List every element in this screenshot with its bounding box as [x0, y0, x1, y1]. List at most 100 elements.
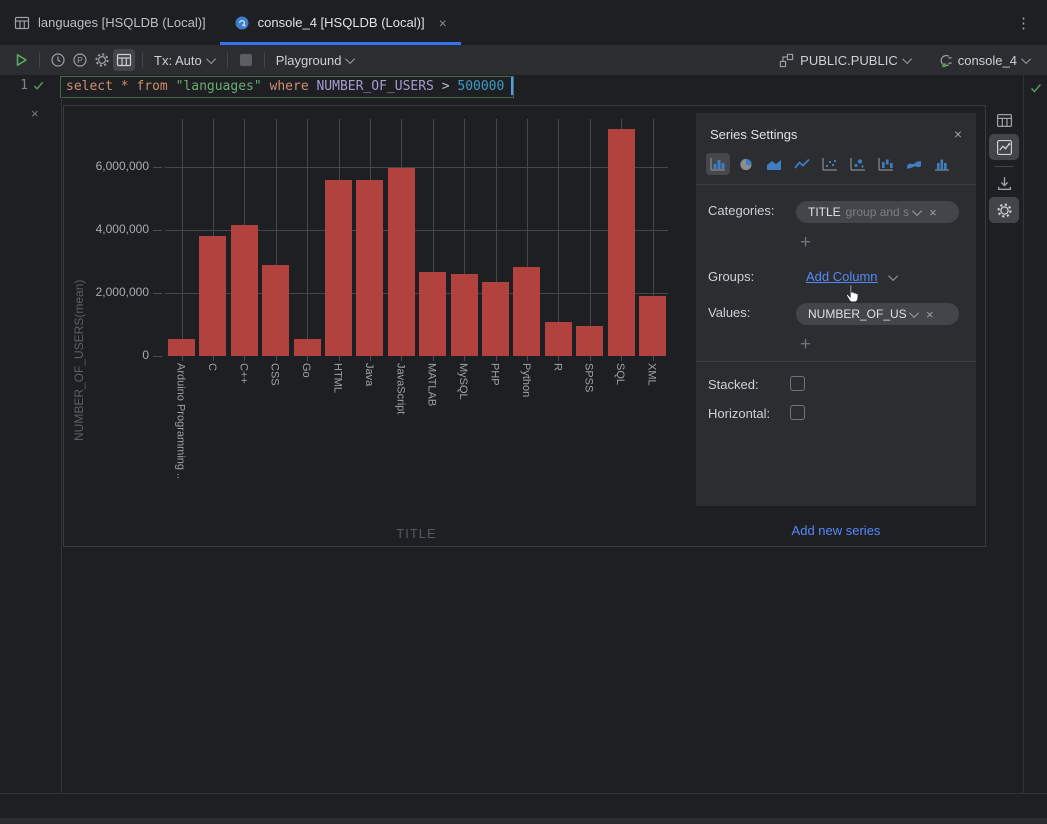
result-chart-view-icon[interactable]	[989, 134, 1019, 160]
bar-SQL	[608, 129, 635, 356]
chart-output-panel: NUMBER_OF_USERS(mean) TITLE Series Setti…	[63, 105, 986, 547]
chart-type-pie-icon[interactable]	[734, 153, 758, 175]
schema-icon	[779, 53, 794, 68]
stop-button[interactable]	[235, 49, 257, 71]
tx-mode-dropdown[interactable]: Tx: Auto	[150, 53, 220, 68]
x-tick-label: SQL	[614, 363, 626, 385]
panel-title: Series Settings	[710, 127, 797, 142]
add-new-series-link[interactable]: Add new series	[696, 523, 976, 538]
session-plug-icon	[938, 53, 953, 68]
remove-icon[interactable]: ×	[929, 205, 937, 220]
toolbar-separator	[142, 52, 143, 68]
stacked-label: Stacked:	[708, 377, 759, 392]
y-tick-mark	[153, 293, 162, 294]
settings-gear-icon[interactable]	[91, 49, 113, 71]
divider	[696, 361, 976, 362]
x-tick-mark	[621, 356, 622, 361]
chart-type-stream-icon[interactable]	[902, 153, 926, 175]
status-bar	[0, 818, 1047, 824]
toolbar-separator	[39, 52, 40, 68]
console-toolbar: P Tx: Auto Playground PUBLIC.PUBLIC cons…	[0, 45, 1047, 76]
chevron-down-icon	[1021, 54, 1031, 64]
bar-C++	[231, 225, 258, 356]
x-tick-mark	[558, 356, 559, 361]
bar-MySQL	[451, 274, 478, 356]
chevron-down-icon	[902, 54, 912, 64]
x-axis-title: TITLE	[165, 526, 668, 541]
x-tick-mark	[464, 356, 465, 361]
add-categories-column-button[interactable]: +	[800, 235, 811, 251]
export-download-icon[interactable]	[989, 170, 1019, 196]
schema-label: PUBLIC.PUBLIC	[800, 53, 898, 68]
chart-settings-gear-icon[interactable]	[989, 197, 1019, 223]
playground-dropdown[interactable]: Playground	[272, 53, 360, 68]
sql-statement[interactable]: select * from "languages" where NUMBER_O…	[66, 79, 504, 94]
chevron-down-icon[interactable]	[888, 271, 898, 281]
divider	[696, 184, 976, 185]
sql-keyword: where	[270, 79, 317, 94]
values-column-select[interactable]: NUMBER_OF_USE ×	[796, 303, 959, 325]
gridline-v	[590, 119, 591, 356]
x-tick-label: SPSS	[583, 363, 595, 392]
groups-add-column-link[interactable]: Add Column	[806, 269, 878, 284]
tab-console-4[interactable]: console_4 [HSQLDB (Local)] ×	[220, 0, 461, 45]
groups-label: Groups:	[708, 269, 754, 284]
table-icon	[14, 15, 30, 31]
text-caret	[511, 77, 513, 95]
x-tick-label: C++	[237, 363, 249, 384]
sql-table-name: "languages"	[176, 79, 270, 94]
categories-column-select[interactable]: TITLE group and s ×	[796, 201, 959, 223]
schema-selector[interactable]: PUBLIC.PUBLIC	[775, 53, 916, 68]
chart-type-area-icon[interactable]	[762, 153, 786, 175]
gridline-v	[307, 119, 308, 356]
session-selector[interactable]: console_4	[934, 53, 1035, 68]
close-icon[interactable]: ×	[954, 126, 962, 142]
close-icon[interactable]: ×	[439, 15, 447, 31]
x-tick-mark	[244, 356, 245, 361]
chart-type-line-icon[interactable]	[790, 153, 814, 175]
x-tick-mark	[527, 356, 528, 361]
chart-type-histogram-icon[interactable]	[930, 153, 954, 175]
parameters-icon[interactable]: P	[69, 49, 91, 71]
bar-Arduino Programming ..	[168, 339, 195, 356]
more-menu-icon[interactable]: ⋮	[1016, 14, 1047, 32]
bar-R	[545, 322, 572, 356]
tab-languages[interactable]: languages [HSQLDB (Local)]	[0, 0, 220, 45]
chart-type-bar-icon[interactable]	[706, 153, 730, 175]
horizontal-checkbox[interactable]	[790, 405, 805, 420]
values-value: NUMBER_OF_USE	[808, 307, 906, 321]
x-tick-mark	[653, 356, 654, 361]
sql-keyword: select	[66, 79, 121, 94]
bar-JavaScript	[388, 168, 415, 356]
remove-icon[interactable]: ×	[926, 307, 934, 322]
session-label: console_4	[958, 53, 1017, 68]
chevron-down-icon	[912, 206, 922, 216]
add-values-column-button[interactable]: +	[800, 337, 811, 353]
chart-type-range-bar-icon[interactable]	[874, 153, 898, 175]
chevron-down-icon	[346, 54, 356, 64]
history-icon[interactable]	[47, 49, 69, 71]
stacked-checkbox[interactable]	[790, 376, 805, 391]
x-tick-mark	[213, 356, 214, 361]
chart-type-bubble-icon[interactable]	[846, 153, 870, 175]
x-tick-label: Java	[363, 363, 375, 386]
x-tick-mark	[401, 356, 402, 361]
tx-mode-label: Tx: Auto	[154, 53, 202, 68]
y-tick-label: 2,000,000	[64, 285, 149, 299]
x-tick-label: PHP	[489, 363, 501, 386]
x-tick-mark	[590, 356, 591, 361]
inspections-ok-icon	[1029, 81, 1043, 95]
output-mode-table-button[interactable]	[113, 49, 135, 71]
chart-type-selector	[706, 153, 954, 175]
y-tick-mark	[153, 356, 162, 357]
bar-SPSS	[576, 326, 603, 356]
close-results-icon[interactable]: ×	[31, 107, 39, 120]
toolbar-separator	[264, 52, 265, 68]
bar-Java	[356, 180, 383, 356]
categories-label: Categories:	[708, 203, 774, 218]
mouse-cursor-hand-icon	[845, 284, 862, 304]
categories-value: TITLE	[808, 205, 841, 219]
chart-type-scatter-icon[interactable]	[818, 153, 842, 175]
run-button[interactable]	[10, 49, 32, 71]
result-table-view-icon[interactable]	[989, 107, 1019, 133]
